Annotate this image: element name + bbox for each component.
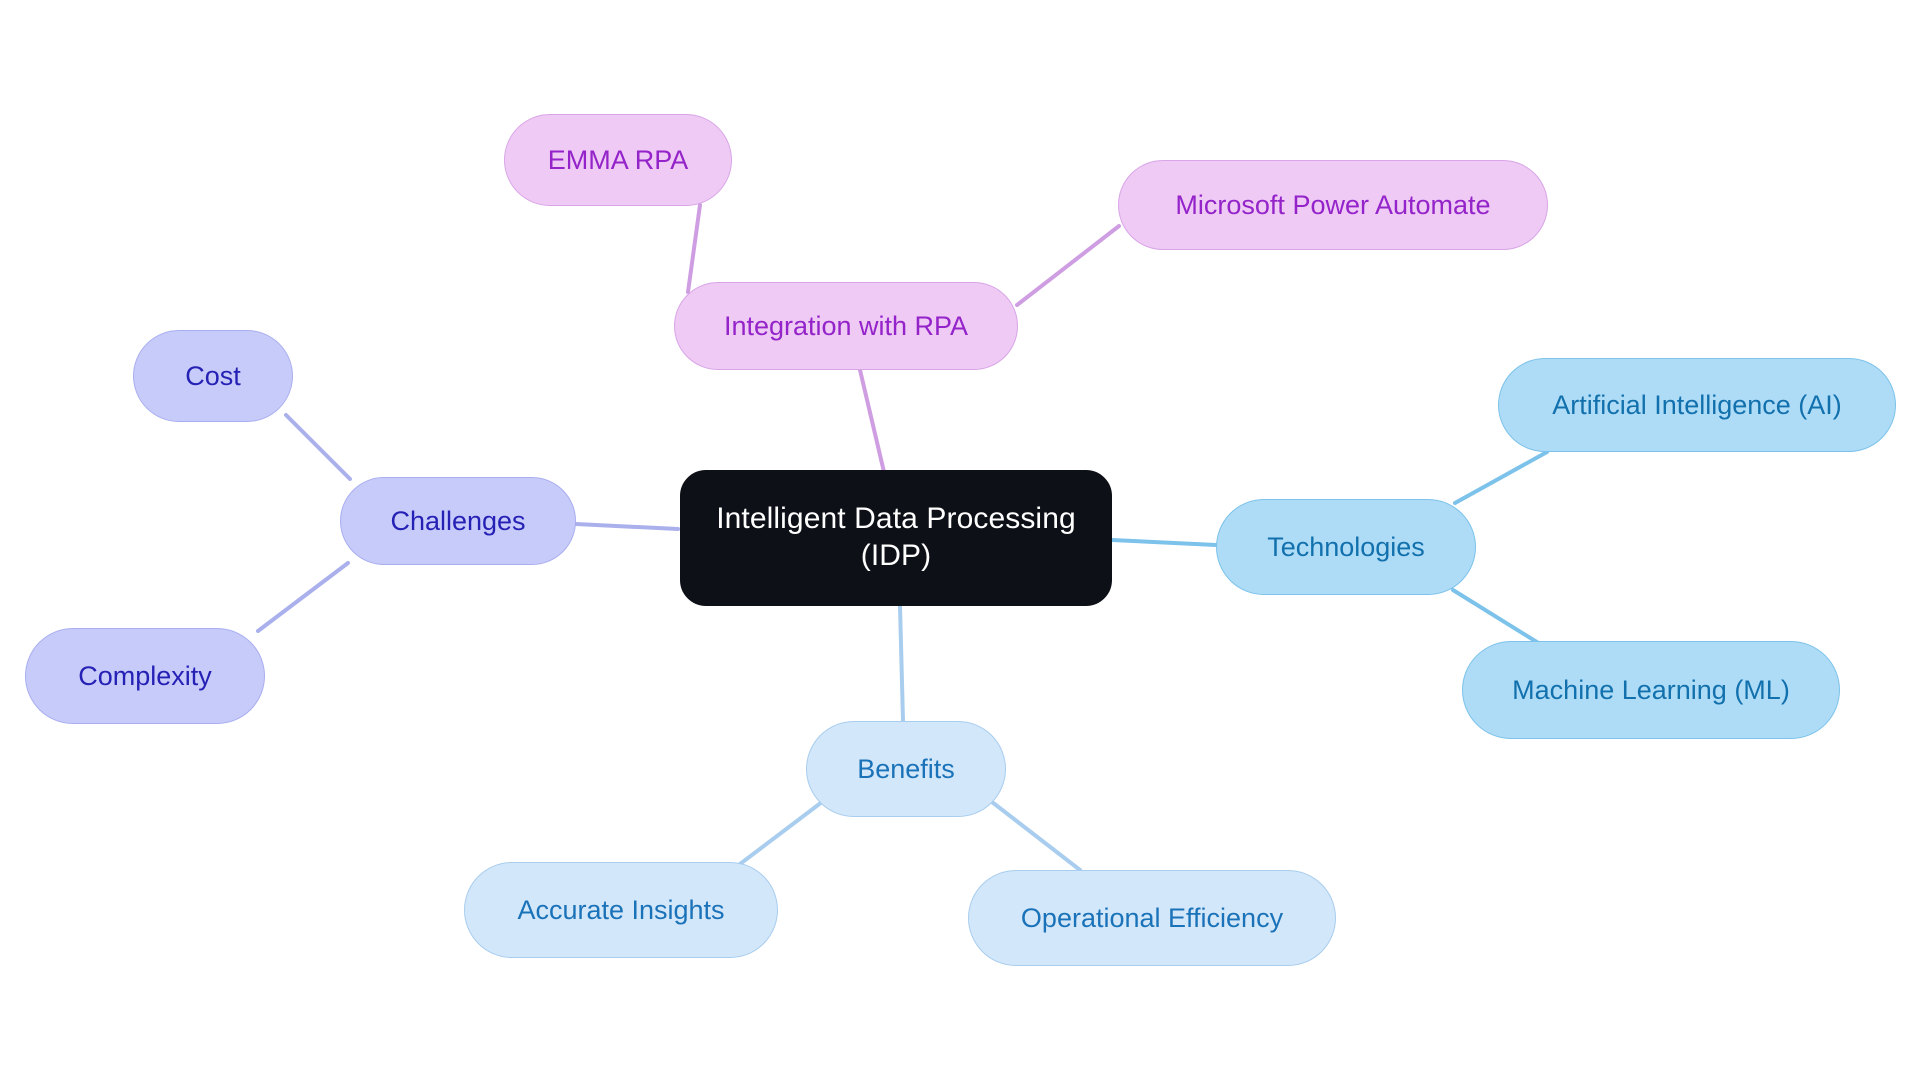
node-integration-with-rpa-label: Integration with RPA [723,310,969,341]
node-integration-with-rpa[interactable]: Integration with RPA [674,282,1018,370]
edge-root-technologies [1110,538,1218,547]
node-accurate-insights[interactable]: Accurate Insights [464,862,778,958]
edge-technologies-ai [1453,450,1549,505]
node-root-label: Intelligent Data Processing (IDP) [716,502,1076,572]
edge-benefits-operational-efficiency [990,800,1082,872]
edge-root-challenges [574,522,680,531]
node-complexity[interactable]: Complexity [25,628,265,724]
edge-root-rpa [858,368,886,474]
node-technologies[interactable]: Technologies [1216,499,1476,595]
node-challenges-label: Challenges [390,505,526,536]
mindmap-canvas: Intelligent Data Processing (IDP) Integr… [0,0,1920,1083]
node-emma-rpa[interactable]: EMMA RPA [504,114,732,206]
node-technologies-label: Technologies [1267,531,1425,562]
node-cost-label: Cost [185,360,241,391]
node-complexity-label: Complexity [78,660,212,691]
edge-rpa-emma [686,203,702,294]
node-challenges[interactable]: Challenges [340,477,576,565]
node-artificial-intelligence-label: Artificial Intelligence (AI) [1552,389,1842,420]
edge-challenges-complexity [256,561,350,633]
edge-benefits-accurate-insights [738,800,824,866]
node-operational-efficiency-label: Operational Efficiency [1020,902,1284,933]
node-root[interactable]: Intelligent Data Processing (IDP) [680,470,1112,606]
node-benefits-label: Benefits [857,753,955,784]
node-benefits[interactable]: Benefits [806,721,1006,817]
edge-technologies-ml [1451,588,1542,646]
node-microsoft-power-automate[interactable]: Microsoft Power Automate [1118,160,1548,250]
edge-rpa-power-automate [1015,224,1121,307]
node-machine-learning-label: Machine Learning (ML) [1512,674,1790,705]
edge-root-benefits [898,604,905,723]
node-microsoft-power-automate-label: Microsoft Power Automate [1175,189,1491,220]
node-emma-rpa-label: EMMA RPA [547,144,689,175]
edge-challenges-cost [284,413,352,481]
node-artificial-intelligence[interactable]: Artificial Intelligence (AI) [1498,358,1896,452]
node-accurate-insights-label: Accurate Insights [517,894,725,925]
node-cost[interactable]: Cost [133,330,293,422]
node-operational-efficiency[interactable]: Operational Efficiency [968,870,1336,966]
node-machine-learning[interactable]: Machine Learning (ML) [1462,641,1840,739]
